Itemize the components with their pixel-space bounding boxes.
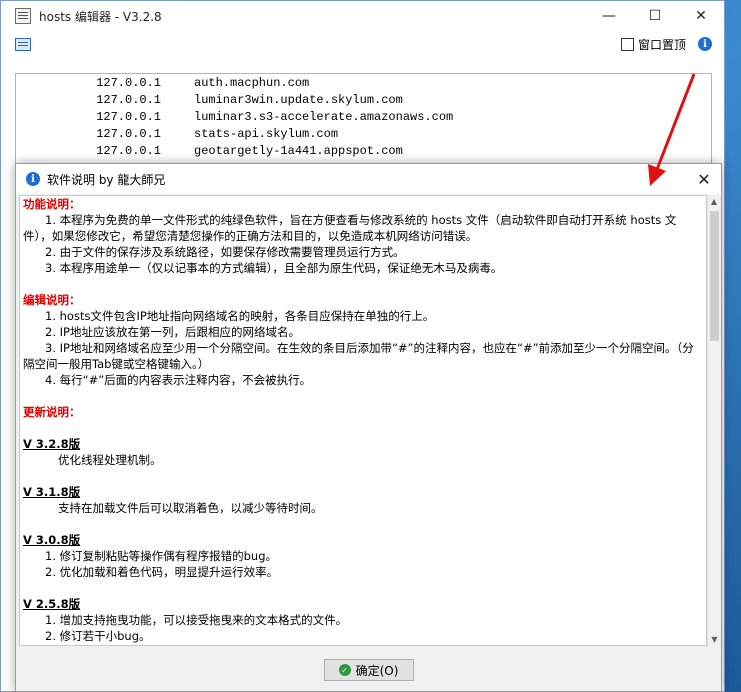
text-line: 2. 优化加载和着色代码，明显提升运行效率。 <box>45 565 279 579</box>
version-heading: V 3.1.8版 <box>23 485 81 499</box>
window-title: hosts 编辑器 - V3.2.8 <box>39 9 162 24</box>
text-line: 优化线程处理机制。 <box>58 453 162 467</box>
text-line: 4. 每行“#”后面的内容表示注释内容，不会被执行。 <box>45 373 312 387</box>
scroll-thumb[interactable] <box>710 211 719 341</box>
dialog-close-button[interactable]: ✕ <box>687 164 721 194</box>
version-heading: V 3.0.8版 <box>23 533 81 547</box>
section-heading: 编辑说明： <box>23 293 81 307</box>
text-line: 3. 本程序用途单一（仅以记事本的方式编辑），且全部为原生代码，保证绝无木马及病… <box>45 261 503 275</box>
dialog-text-area[interactable]: 功能说明： 1. 本程序为免费的单一文件形式的纯绿色软件，旨在方便查看与修改系统… <box>19 195 707 646</box>
hosts-line: 127.0.0.1 stats-api.skylum.com <box>96 126 339 141</box>
text-line: 1. 增加支持拖曳功能，可以接受拖曳来的文本格式的文件。 <box>45 613 348 627</box>
text-line: 1. 本程序为免费的单一文件形式的纯绿色软件，旨在方便查看与修改系统的 host… <box>23 213 677 243</box>
text-line: 3. IP地址和网络域名应至少用一个分隔空间。在生效的条目后添加带“#”的注释内… <box>23 341 694 371</box>
scroll-down-icon[interactable]: ▼ <box>708 633 721 646</box>
section-heading: 功能说明： <box>23 197 81 211</box>
dialog-title-bar[interactable]: i 软件说明 by 龍大師兄 ✕ <box>16 164 721 194</box>
version-heading: V 3.2.8版 <box>23 437 81 451</box>
close-button[interactable]: ✕ <box>678 1 724 31</box>
minimize-button[interactable]: — <box>586 1 632 31</box>
ok-button[interactable]: ✓ 确定(O) <box>323 659 414 681</box>
hosts-line: 127.0.0.1 geotargetly-1a441.appspot.com <box>96 143 403 158</box>
hosts-line: 127.0.0.1 luminar3.s3-accelerate.amazonaw… <box>96 109 454 124</box>
ok-label: 确定(O) <box>355 663 399 678</box>
text-line: 2. IP地址应该放在第一列，后跟相应的网络域名。 <box>45 325 300 339</box>
text-line: 2. 由于文件的保存涉及系统路径，如要保存修改需要管理员运行方式。 <box>45 245 405 259</box>
app-icon <box>15 8 31 24</box>
title-bar[interactable]: hosts 编辑器 - V3.2.8 — ☐ ✕ <box>1 1 724 31</box>
menu-icon[interactable] <box>15 37 31 51</box>
hosts-line: 127.0.0.1 luminar3win.update.skylum.com <box>96 92 403 107</box>
version-heading: V 2.5.8版 <box>23 597 81 611</box>
about-dialog: i 软件说明 by 龍大師兄 ✕ 功能说明： 1. 本程序为免费的单一文件形式的… <box>15 163 722 692</box>
hosts-line: 127.0.0.1 auth.macphun.com <box>96 75 310 90</box>
info-icon[interactable]: i <box>698 37 712 51</box>
text-line: 2. 修订若干小bug。 <box>45 629 151 643</box>
dialog-title: 软件说明 by 龍大師兄 <box>47 172 166 187</box>
toolbar: 窗口置顶 i <box>1 31 724 57</box>
scroll-up-icon[interactable]: ▲ <box>708 195 720 208</box>
topmost-checkbox[interactable] <box>620 37 634 51</box>
text-line: 1. hosts文件包含IP地址指向网络域名的映射，各条目应保持在单独的行上。 <box>45 309 435 323</box>
check-icon: ✓ <box>338 664 351 676</box>
topmost-label[interactable]: 窗口置顶 <box>638 36 686 53</box>
vertical-scrollbar[interactable]: ▲ ▼ <box>707 195 720 646</box>
text-line: 1. 修订复制粘贴等操作偶有程序报错的bug。 <box>45 549 278 563</box>
dialog-info-icon: i <box>26 172 40 186</box>
section-heading: 更新说明： <box>23 405 81 419</box>
maximize-button[interactable]: ☐ <box>632 1 678 31</box>
text-line: 支持在加载文件后可以取消着色，以减少等待时间。 <box>58 501 323 515</box>
